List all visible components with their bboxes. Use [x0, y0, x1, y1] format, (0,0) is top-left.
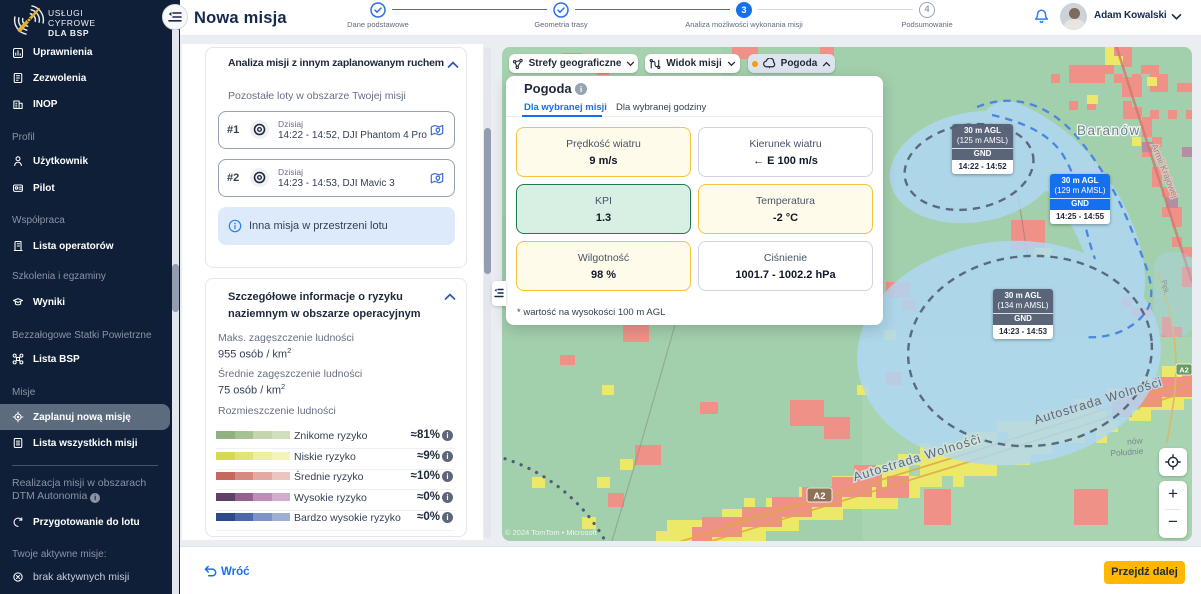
svg-text:A2: A2 [813, 491, 825, 502]
svg-text:A2: A2 [1179, 366, 1189, 375]
svg-text:nów: nów [1127, 435, 1144, 446]
svg-text:© 2024 TomTom • Microsoft: © 2024 TomTom • Microsoft [505, 528, 598, 537]
svg-text:Baranów: Baranów [1077, 123, 1141, 138]
